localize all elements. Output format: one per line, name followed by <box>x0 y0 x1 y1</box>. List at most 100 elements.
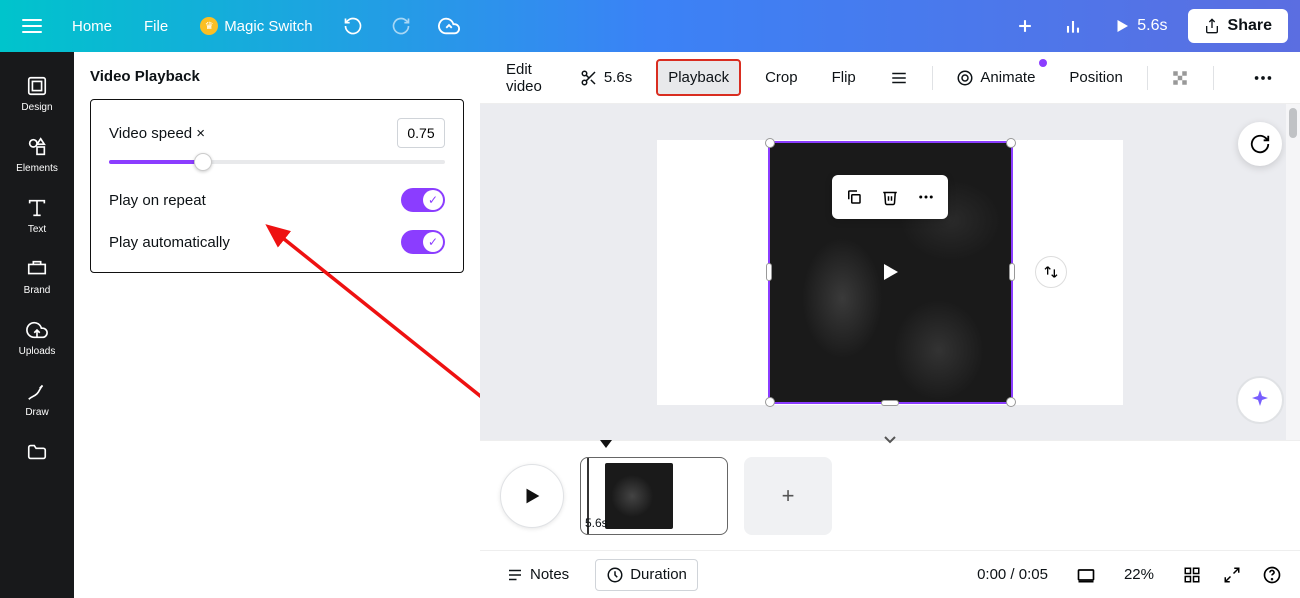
magic-switch-nav[interactable]: ♛ Magic Switch <box>188 9 324 43</box>
context-toolbar: Edit video 5.6s Playback Crop Flip Anima… <box>480 52 1300 104</box>
notes-label: Notes <box>530 566 569 583</box>
swap-button[interactable] <box>1035 256 1067 288</box>
sidebar-item-uploads[interactable]: Uploads <box>4 308 70 367</box>
clip-duration: 5.6s <box>585 516 608 530</box>
zoom-level[interactable]: 22% <box>1114 560 1164 589</box>
divider <box>932 66 933 90</box>
left-sidebar: Design Elements Text Brand Uploads Draw <box>0 52 74 598</box>
timeline-clip[interactable]: 5.6s <box>580 457 728 535</box>
speed-input[interactable] <box>397 118 445 148</box>
brand-icon <box>25 257 49 281</box>
cloud-sync-icon[interactable] <box>429 6 469 46</box>
toggle-knob: ✓ <box>423 190 443 210</box>
animate-indicator-dot <box>1039 59 1047 67</box>
share-label: Share <box>1228 17 1272 35</box>
undo-button[interactable] <box>333 6 373 46</box>
notes-button[interactable]: Notes <box>496 560 579 590</box>
animate-label: Animate <box>980 69 1035 86</box>
panel-card: Video speed × Play on repeat ✓ Play auto… <box>90 99 464 273</box>
crown-icon: ♛ <box>200 17 218 35</box>
file-nav[interactable]: File <box>132 10 180 43</box>
more-button[interactable] <box>1242 59 1284 97</box>
folder-icon <box>25 440 49 464</box>
transparency-button[interactable] <box>1161 61 1199 95</box>
help-button[interactable] <box>1260 563 1284 587</box>
resize-handle[interactable] <box>765 397 775 407</box>
trim-duration: 5.6s <box>604 69 632 86</box>
resize-handle[interactable] <box>1006 138 1016 148</box>
position-button[interactable]: Position <box>1059 61 1132 94</box>
align-button[interactable] <box>880 61 918 95</box>
sidebar-item-draw[interactable]: Draw <box>4 369 70 428</box>
divider <box>1213 66 1214 90</box>
slider-thumb[interactable] <box>194 153 212 171</box>
playhead-marker[interactable] <box>600 440 612 448</box>
panel-title: Video Playback <box>90 68 464 99</box>
flip-button[interactable]: Flip <box>822 61 866 94</box>
animate-button[interactable]: Animate <box>946 61 1045 95</box>
resize-handle[interactable] <box>765 138 775 148</box>
add-page-button[interactable]: + <box>744 457 832 535</box>
sidebar-item-design[interactable]: Design <box>4 64 70 123</box>
divider <box>1147 66 1148 90</box>
resize-edge[interactable] <box>1009 263 1015 281</box>
sidebar-item-elements[interactable]: Elements <box>4 125 70 184</box>
present-button[interactable]: 5.6s <box>1101 9 1179 43</box>
redo-button[interactable] <box>381 6 421 46</box>
sidebar-label: Brand <box>24 285 51 296</box>
resize-edge[interactable] <box>881 400 899 406</box>
sidebar-label: Elements <box>16 163 58 174</box>
canvas-area[interactable] <box>480 104 1300 440</box>
vertical-scrollbar[interactable] <box>1286 104 1300 440</box>
ai-assistant-button[interactable] <box>1236 376 1284 424</box>
element-float-toolbar <box>832 175 948 219</box>
play-overlay-icon[interactable] <box>878 260 902 284</box>
sidebar-item-projects[interactable] <box>4 430 70 474</box>
header-duration: 5.6s <box>1137 17 1167 35</box>
sidebar-item-brand[interactable]: Brand <box>4 247 70 306</box>
uploads-icon <box>25 318 49 342</box>
scrollbar-thumb[interactable] <box>1289 108 1297 138</box>
auto-toggle[interactable]: ✓ <box>401 230 445 254</box>
crop-button[interactable]: Crop <box>755 61 808 94</box>
clip-thumbnail <box>605 463 673 529</box>
video-element[interactable] <box>768 141 1013 404</box>
design-icon <box>25 74 49 98</box>
grid-view-button[interactable] <box>1180 563 1204 587</box>
bottom-bar: Notes Duration 0:00 / 0:05 22% <box>480 550 1300 598</box>
timeline-play-button[interactable] <box>500 464 564 528</box>
more-element-button[interactable] <box>910 181 942 213</box>
share-button[interactable]: Share <box>1188 9 1288 43</box>
page-frame[interactable] <box>657 140 1123 405</box>
sidebar-label: Text <box>28 224 46 235</box>
time-display: 0:00 / 0:05 <box>967 560 1058 589</box>
fullscreen-button[interactable] <box>1220 563 1244 587</box>
repeat-label: Play on repeat <box>109 192 206 209</box>
resize-edge[interactable] <box>766 263 772 281</box>
add-button[interactable] <box>1005 6 1045 46</box>
duration-button[interactable]: Duration <box>595 559 698 591</box>
duration-label: Duration <box>630 566 687 583</box>
magic-switch-label: Magic Switch <box>224 18 312 35</box>
speed-label: Video speed × <box>109 125 205 142</box>
regenerate-button[interactable] <box>1238 122 1282 166</box>
trim-button[interactable]: 5.6s <box>570 61 642 95</box>
sidebar-label: Draw <box>25 407 48 418</box>
draw-icon <box>25 379 49 403</box>
duplicate-button[interactable] <box>838 181 870 213</box>
home-nav[interactable]: Home <box>60 10 124 43</box>
sidebar-label: Uploads <box>19 346 56 357</box>
analytics-button[interactable] <box>1053 6 1093 46</box>
resize-handle[interactable] <box>1006 397 1016 407</box>
delete-button[interactable] <box>874 181 906 213</box>
pages-view-button[interactable] <box>1074 563 1098 587</box>
edit-video-button[interactable]: Edit video <box>496 53 556 103</box>
timeline-collapse-button[interactable] <box>880 432 900 446</box>
sidebar-label: Design <box>21 102 52 113</box>
timeline: 5.6s + <box>480 440 1300 550</box>
playback-button[interactable]: Playback <box>656 59 741 96</box>
sidebar-item-text[interactable]: Text <box>4 186 70 245</box>
speed-slider[interactable] <box>109 160 445 164</box>
menu-button[interactable] <box>12 6 52 46</box>
repeat-toggle[interactable]: ✓ <box>401 188 445 212</box>
